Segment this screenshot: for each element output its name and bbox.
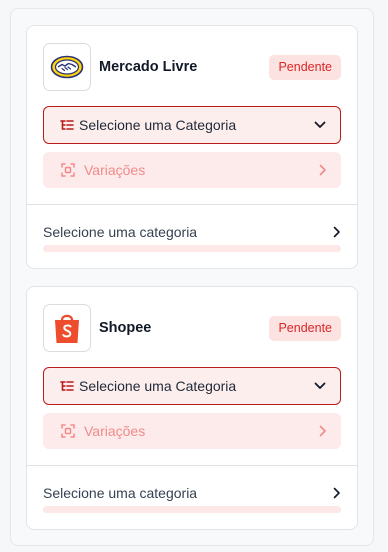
integration-card-mercado-livre: Mercado Livre Pendente Selecione uma Cat… [26,25,358,269]
divider [27,465,357,466]
select-category-label: Selecione uma categoria [43,224,198,240]
category-select[interactable]: Selecione uma Categoria [43,367,341,405]
card-header: Shopee Pendente [43,303,341,353]
category-progress-bar [43,506,341,513]
chevron-down-icon [314,121,326,129]
category-select-label: Selecione uma Categoria [79,378,237,394]
chevron-right-icon [319,425,327,437]
scan-icon [61,163,75,177]
select-category-label: Selecione uma categoria [43,485,198,501]
status-badge: Pendente [269,54,341,80]
card-header: Mercado Livre Pendente [43,42,341,92]
category-select-label: Selecione uma Categoria [79,117,237,133]
mercado-livre-logo [43,43,91,91]
shopee-bag-icon [55,314,79,343]
status-badge: Pendente [269,315,341,341]
integration-card-shopee: Shopee Pendente Selecione uma Categoria [26,286,358,530]
store-name: Shopee [99,320,152,336]
chevron-right-icon [333,487,341,499]
chevron-down-icon [314,382,326,390]
category-select[interactable]: Selecione uma Categoria [43,106,341,144]
category-progress-bar [43,245,341,252]
chevron-right-icon [333,226,341,238]
list-tree-icon [60,119,74,131]
divider [27,204,357,205]
shopee-logo [43,304,91,352]
chevron-right-icon [319,164,327,176]
variations-label: Variações [84,162,146,178]
variations-button[interactable]: Variações [43,152,341,188]
select-category-row[interactable]: Selecione uma categoria [43,221,341,243]
variations-label: Variações [84,423,146,439]
select-category-row[interactable]: Selecione uma categoria [43,482,341,504]
mercado-livre-handshake-icon [50,55,84,79]
variations-button[interactable]: Variações [43,413,341,449]
store-name: Mercado Livre [99,59,198,75]
list-tree-icon [60,380,74,392]
scan-icon [61,424,75,438]
